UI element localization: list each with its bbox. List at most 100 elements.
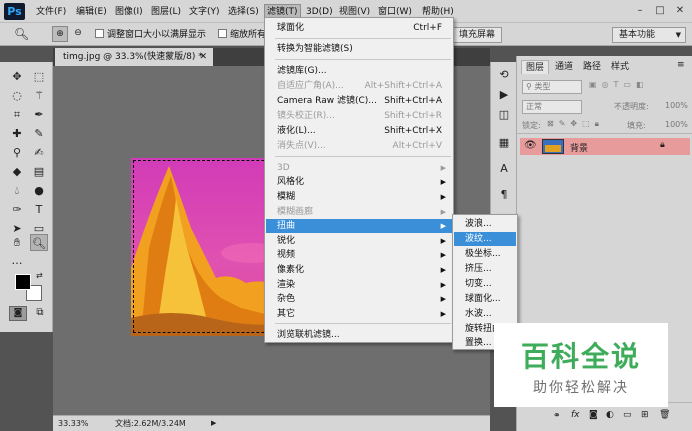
menu-item-spherize-last[interactable]: 球面化 Ctrl+F <box>266 21 452 35</box>
move-tool-icon[interactable]: ✥ <box>8 68 26 85</box>
layer-thumbnail <box>542 139 564 154</box>
foreground-color-swatch[interactable] <box>15 274 31 290</box>
panel-menu-icon[interactable]: ≡ <box>677 60 685 70</box>
tab-paths[interactable]: 路径 <box>579 60 605 74</box>
document-info[interactable]: 文档:2.62M/3.24M <box>115 416 186 431</box>
menu-item-stylize[interactable]: 风格化 ▶ <box>266 175 452 189</box>
tab-layers[interactable]: 图层 <box>521 60 550 74</box>
type-tool-icon[interactable]: T <box>30 201 48 218</box>
more-tools-icon[interactable]: … <box>8 252 26 269</box>
menu-item-filter-gallery[interactable]: 滤镜库(G)... <box>266 64 452 78</box>
submenu-item-ripple[interactable]: 波纹... <box>454 232 516 246</box>
zoom-all-checkbox[interactable]: 缩放所有 <box>218 28 266 42</box>
close-button[interactable]: ✕ <box>672 3 688 18</box>
eyedropper-icon[interactable]: ✒ <box>30 106 48 123</box>
filter-menu: 球面化 Ctrl+F 转换为智能滤镜(S) 滤镜库(G)... 自适应广角(A).… <box>264 17 454 343</box>
submenu-item-polar[interactable]: 极坐标... <box>454 247 516 261</box>
menu-item-camera-raw[interactable]: Camera Raw 滤镜(C)... Shift+Ctrl+A <box>266 94 452 108</box>
layer-name[interactable]: 背景 <box>570 141 588 154</box>
new-layer-icon[interactable]: ⊞ <box>641 410 649 420</box>
status-bar: 33.33% 文档:2.62M/3.24M ▶ <box>53 415 490 431</box>
clone-stamp-icon[interactable]: ⚲ <box>8 144 26 161</box>
eye-icon[interactable]: 👁︎ <box>524 140 537 151</box>
folder-icon[interactable]: ▭ <box>623 410 632 420</box>
lock-icons[interactable]: ⊠✎✥⬚🔒︎ <box>547 119 604 129</box>
magic-wand-icon[interactable]: ⚚ <box>30 87 48 104</box>
menu-type[interactable]: 文字(Y) <box>187 4 222 20</box>
menu-item-liquify[interactable]: 液化(L)... Shift+Ctrl+X <box>266 124 452 138</box>
chevron-right-icon: ▶ <box>440 208 446 216</box>
app-logo: Ps <box>4 3 25 20</box>
swap-colors-icon[interactable]: ⇄ <box>36 271 43 280</box>
eraser-tool-icon[interactable]: ◆ <box>8 163 26 180</box>
status-arrow-icon[interactable]: ▶ <box>211 416 216 431</box>
submenu-item-spherize[interactable]: 球面化... <box>454 292 516 306</box>
mask-icon[interactable]: ◙ <box>589 410 598 420</box>
menu-item-sharpen[interactable]: 锐化 ▶ <box>266 234 452 248</box>
submenu-item-wave[interactable]: 波浪... <box>454 217 516 231</box>
quick-mask-icon[interactable]: ◙ <box>9 306 27 321</box>
workspace-select[interactable]: 基本功能 ▼ <box>612 27 686 43</box>
menu-item-render[interactable]: 渲染 ▶ <box>266 278 452 292</box>
character-icon[interactable]: A <box>495 160 513 177</box>
crop-tool-icon[interactable]: ⌗ <box>8 106 26 123</box>
zoom-tool-icon[interactable]: 🔍︎ <box>30 234 48 251</box>
menu-item-video[interactable]: 视频 ▶ <box>266 248 452 262</box>
fill-screen-button[interactable]: 填充屏幕 <box>452 27 503 43</box>
fx-icon[interactable]: fx <box>571 410 580 420</box>
gradient-tool-icon[interactable]: ▤ <box>30 163 48 180</box>
zoom-out-icon[interactable]: ⊖ <box>70 26 86 42</box>
filter-icons[interactable]: ▣◎T▭◧ <box>589 80 689 94</box>
submenu-item-shear[interactable]: 切变... <box>454 277 516 291</box>
menu-item-blur[interactable]: 模糊 ▶ <box>266 190 452 204</box>
kind-filter-select[interactable]: ⚲ 类型 <box>522 80 582 94</box>
resize-windows-checkbox[interactable]: 调整窗口大小以满屏显示 <box>95 28 206 42</box>
history-brush-icon[interactable]: ✍ <box>30 144 48 161</box>
dodge-tool-icon[interactable]: ● <box>30 182 48 199</box>
menu-item-browse-online[interactable]: 浏览联机滤镜... <box>266 328 452 342</box>
menu-select[interactable]: 选择(S) <box>226 4 261 20</box>
zoom-in-icon[interactable]: ⊕ <box>52 26 68 42</box>
lasso-tool-icon[interactable]: ◌ <box>8 87 26 104</box>
adjust-icon[interactable]: ▦ <box>495 134 513 151</box>
trash-icon[interactable]: 🗑︎ <box>659 410 670 420</box>
actions-icon[interactable]: ▶ <box>495 86 513 103</box>
pen-tool-icon[interactable]: ✑ <box>8 201 26 218</box>
menu-item-noise[interactable]: 杂色 ▶ <box>266 292 452 306</box>
menu-item-pixelate[interactable]: 像素化 ▶ <box>266 263 452 277</box>
menu-item-other[interactable]: 其它 ▶ <box>266 307 452 321</box>
fill-value[interactable]: 100% <box>665 120 688 129</box>
properties-icon[interactable]: ◫ <box>495 106 513 123</box>
layer-row-background[interactable]: 👁︎ 背景 🔒︎ <box>520 138 690 155</box>
tab-styles[interactable]: 样式 <box>607 60 633 74</box>
menu-item-convert-smart-filter[interactable]: 转换为智能滤镜(S) <box>266 42 452 56</box>
adjustment-icon[interactable]: ◐ <box>606 410 614 420</box>
menu-file[interactable]: 文件(F) <box>34 4 68 20</box>
chevron-right-icon: ▶ <box>440 310 446 318</box>
blend-mode-select[interactable]: 正常 <box>522 100 582 114</box>
submenu-item-pinch[interactable]: 挤压... <box>454 262 516 276</box>
tab-channels[interactable]: 通道 <box>551 60 577 74</box>
marquee-tool-icon[interactable]: ⬚ <box>30 68 48 85</box>
opacity-value[interactable]: 100% <box>665 101 688 110</box>
screen-mode-icon[interactable]: ⧉ <box>32 306 48 321</box>
history-icon[interactable]: ⟲ <box>495 66 513 83</box>
maximize-button[interactable]: □ <box>652 3 668 18</box>
document-tab[interactable]: timg.jpg @ 33.3%(快速蒙版/8) * ✕ <box>55 48 213 66</box>
hand-tool-icon[interactable]: ✋︎ <box>8 234 26 251</box>
minimize-button[interactable]: – <box>632 3 648 18</box>
lock-icon[interactable]: 🔒︎ <box>660 140 665 150</box>
brush-tool-icon[interactable]: ✎ <box>30 125 48 142</box>
submenu-item-zigzag[interactable]: 水波... <box>454 307 516 321</box>
menu-image[interactable]: 图像(I) <box>113 4 145 20</box>
paragraph-icon[interactable]: ¶ <box>495 186 513 203</box>
menu-layer[interactable]: 图层(L) <box>149 4 183 20</box>
menu-edit[interactable]: 编辑(E) <box>74 4 109 20</box>
link-icon[interactable]: ⚭ <box>553 411 561 421</box>
menu-item-distort[interactable]: 扭曲 ▶ <box>266 219 452 233</box>
zoom-level[interactable]: 33.33% <box>58 416 89 431</box>
healing-brush-icon[interactable]: ✚ <box>8 125 26 142</box>
close-tab-icon[interactable]: ✕ <box>199 48 207 66</box>
zoom-tool-icon[interactable]: 🔍︎ <box>14 27 29 41</box>
blur-tool-icon[interactable]: 💧︎ <box>8 182 26 199</box>
